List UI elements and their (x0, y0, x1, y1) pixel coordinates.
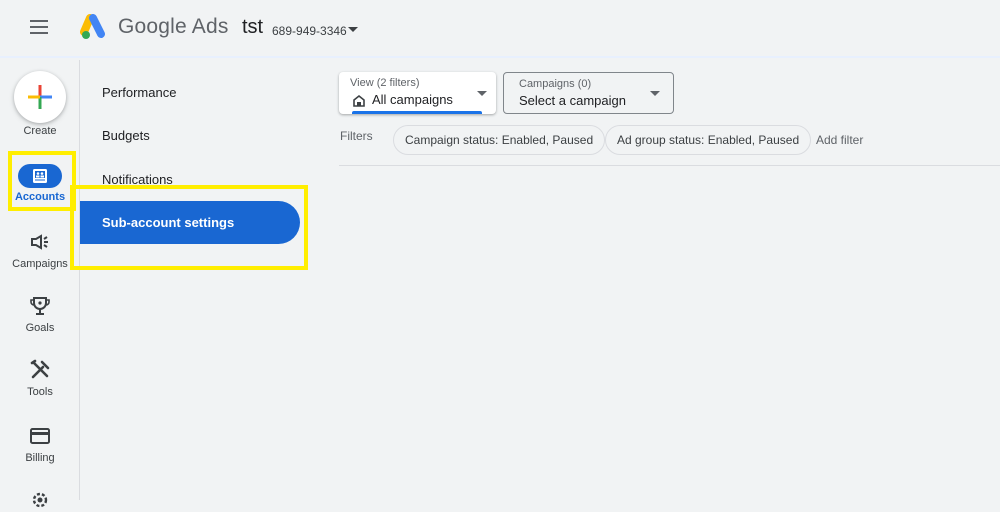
view-selector[interactable]: View (2 filters) All campaigns (339, 72, 496, 114)
account-id[interactable]: 689-949-3346 (272, 24, 347, 38)
home-icon (353, 94, 365, 107)
trophy-icon (30, 297, 50, 315)
megaphone-icon (31, 234, 48, 250)
rail-label: Tools (27, 386, 53, 398)
navigation-rail: Create Accounts Campaigns Goals Tools Bi… (0, 60, 80, 508)
campaigns-value: Select a campaign (519, 93, 626, 108)
plus-icon (28, 85, 52, 109)
rail-item-settings[interactable] (0, 488, 80, 512)
main-menu-icon[interactable] (30, 20, 48, 34)
view-value: All campaigns (372, 92, 453, 107)
accounts-icon (33, 169, 47, 183)
gear-icon (32, 492, 48, 508)
rail-item-campaigns[interactable]: Campaigns (0, 230, 80, 270)
rail-label: Goals (25, 322, 55, 334)
filter-chip-ad-group-status[interactable]: Ad group status: Enabled, Paused (605, 125, 812, 155)
subnav-item-sub-account-settings[interactable]: Sub-account settings (80, 201, 300, 244)
rail-item-billing[interactable]: Billing (0, 424, 80, 464)
account-dropdown-icon[interactable] (348, 27, 358, 32)
filters-label: Filters (340, 129, 373, 143)
filter-chip-campaign-status[interactable]: Campaign status: Enabled, Paused (393, 125, 606, 155)
rail-label: Campaigns (12, 258, 68, 270)
top-header: Google Ads tst 689-949-3346 (0, 0, 1000, 58)
brand-name: Google Ads (118, 15, 229, 38)
campaigns-caption: Campaigns (0) (519, 78, 592, 90)
rail-label: Billing (25, 452, 55, 464)
google-ads-logo (80, 14, 105, 39)
view-dropdown-icon (477, 91, 487, 96)
rail-item-accounts[interactable]: Accounts (0, 164, 80, 203)
rail-label: Accounts (14, 191, 66, 203)
filters-divider (339, 165, 1000, 166)
view-caption: View (2 filters) (350, 77, 420, 89)
create-button[interactable] (14, 71, 66, 123)
campaign-selector[interactable]: Campaigns (0) Select a campaign (503, 72, 674, 114)
subnav-item-budgets[interactable]: Budgets (102, 128, 150, 143)
subnav-item-notifications[interactable]: Notifications (102, 172, 173, 187)
tools-icon (30, 359, 50, 379)
view-active-indicator (352, 111, 482, 114)
create-label: Create (23, 125, 57, 137)
account-name[interactable]: tst (242, 16, 263, 39)
accounts-subnav: Performance Budgets Notifications (80, 60, 330, 500)
add-filter-button[interactable]: Add filter (816, 133, 863, 147)
rail-item-goals[interactable]: Goals (0, 294, 80, 334)
subnav-item-performance[interactable]: Performance (102, 85, 176, 100)
credit-card-icon (30, 428, 50, 444)
campaign-dropdown-icon (650, 91, 660, 96)
rail-item-tools[interactable]: Tools (0, 358, 80, 398)
